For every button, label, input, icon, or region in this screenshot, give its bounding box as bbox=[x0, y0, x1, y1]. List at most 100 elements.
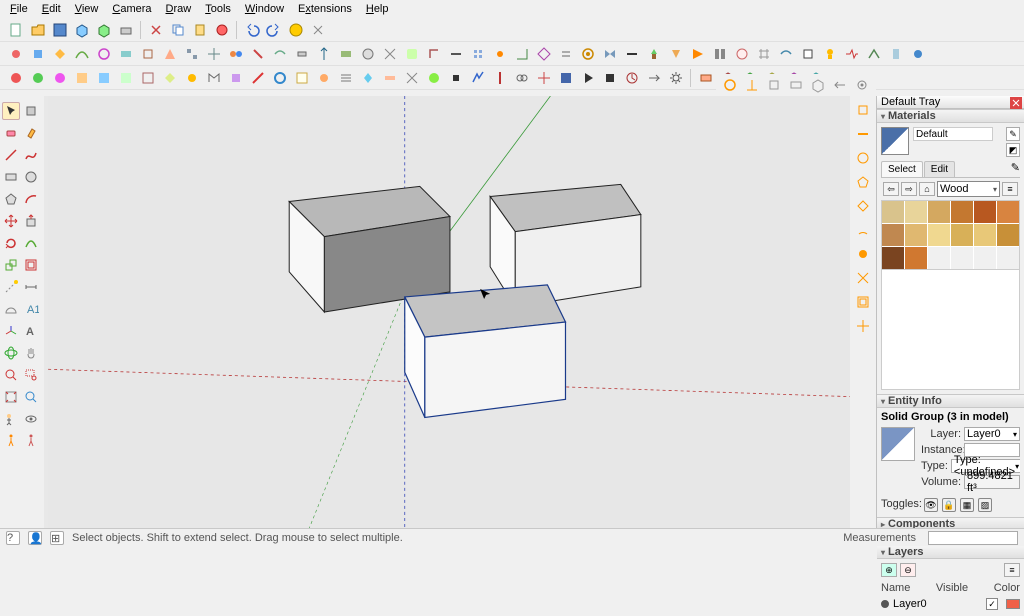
circle-tool-icon[interactable] bbox=[22, 168, 40, 186]
3dtext-tool-icon[interactable]: A bbox=[22, 322, 40, 340]
zoom-extents-icon[interactable] bbox=[2, 388, 20, 406]
plugin-icon[interactable] bbox=[468, 44, 488, 64]
status-credit-icon[interactable]: ⊞ bbox=[50, 531, 64, 545]
tool-warehouse-icon[interactable] bbox=[286, 20, 306, 40]
layer-row[interactable]: Layer0 ✓ bbox=[881, 596, 1020, 612]
menu-window[interactable]: Window bbox=[239, 2, 290, 16]
plugin-icon[interactable] bbox=[798, 44, 818, 64]
tool-undo-icon[interactable] bbox=[242, 20, 262, 40]
menu-camera[interactable]: Camera bbox=[106, 2, 157, 16]
plugin-icon[interactable] bbox=[622, 68, 642, 88]
material-swatch[interactable] bbox=[905, 201, 927, 223]
right-tool-icon[interactable] bbox=[853, 100, 873, 120]
material-swatch[interactable] bbox=[974, 201, 996, 223]
plugin-icon[interactable] bbox=[468, 68, 488, 88]
plugin-icon[interactable] bbox=[512, 44, 532, 64]
plugin-icon[interactable] bbox=[6, 68, 26, 88]
plugin-icon[interactable] bbox=[820, 44, 840, 64]
plugin-icon[interactable] bbox=[138, 68, 158, 88]
plugin-icon[interactable] bbox=[72, 68, 92, 88]
tool-copy-icon[interactable] bbox=[168, 20, 188, 40]
tray-title-bar[interactable]: Default Tray bbox=[877, 96, 1024, 109]
entity-info-head[interactable]: Entity Info bbox=[877, 394, 1024, 408]
plugin-icon[interactable] bbox=[380, 44, 400, 64]
right-tool-icon[interactable] bbox=[853, 172, 873, 192]
orbit-tool-icon[interactable] bbox=[2, 344, 20, 362]
plugin-icon[interactable] bbox=[204, 68, 224, 88]
menu-tools[interactable]: Tools bbox=[199, 2, 237, 16]
right-tool-icon[interactable] bbox=[853, 316, 873, 336]
menu-file[interactable]: File bbox=[4, 2, 34, 16]
plugin-icon[interactable] bbox=[688, 44, 708, 64]
plugin-icon[interactable] bbox=[138, 44, 158, 64]
view-icon[interactable] bbox=[808, 75, 828, 95]
position-camera-icon[interactable] bbox=[2, 410, 20, 428]
plugin-icon[interactable] bbox=[160, 44, 180, 64]
menu-extensions[interactable]: Extensions bbox=[292, 2, 358, 16]
material-name-field[interactable]: Default bbox=[913, 127, 993, 141]
plugin-icon[interactable] bbox=[490, 68, 510, 88]
tool-open-icon[interactable] bbox=[28, 20, 48, 40]
scale-tool-icon[interactable] bbox=[2, 256, 20, 274]
tape-tool-icon[interactable] bbox=[2, 278, 20, 296]
plugin-icon[interactable] bbox=[490, 44, 510, 64]
line-tool-icon[interactable] bbox=[2, 146, 20, 164]
axes-tool-icon[interactable] bbox=[2, 322, 20, 340]
plugin-icon[interactable] bbox=[732, 44, 752, 64]
view-icon[interactable] bbox=[830, 75, 850, 95]
status-geo-icon[interactable]: ? bbox=[6, 531, 20, 545]
plugin-icon[interactable] bbox=[50, 68, 70, 88]
plugin-icon[interactable] bbox=[358, 44, 378, 64]
material-swatch[interactable] bbox=[974, 224, 996, 246]
view-icon[interactable] bbox=[720, 75, 740, 95]
walk-icon[interactable] bbox=[2, 432, 20, 450]
look-around-icon[interactable] bbox=[22, 410, 40, 428]
rotate-tool-icon[interactable] bbox=[2, 234, 20, 252]
plugin-gear-icon[interactable] bbox=[666, 68, 686, 88]
layer-remove-icon[interactable]: ⊖ bbox=[900, 563, 916, 577]
material-swatch[interactable] bbox=[951, 224, 973, 246]
material-swatch[interactable] bbox=[951, 247, 973, 269]
right-tool-icon[interactable] bbox=[853, 220, 873, 240]
status-person-icon[interactable]: 👤 bbox=[28, 531, 42, 545]
menu-view[interactable]: View bbox=[69, 2, 105, 16]
material-eyedropper-icon[interactable]: ✎ bbox=[1011, 161, 1020, 177]
materials-panel-head[interactable]: Materials bbox=[877, 109, 1024, 123]
plugin-icon[interactable] bbox=[248, 68, 268, 88]
paint-tool-icon[interactable] bbox=[22, 124, 40, 142]
plugin-icon[interactable] bbox=[182, 44, 202, 64]
plugin-icon[interactable] bbox=[28, 68, 48, 88]
plugin-icon[interactable] bbox=[402, 68, 422, 88]
toggle-hidden-icon[interactable]: 👁 bbox=[924, 498, 938, 512]
tool-cut-icon[interactable] bbox=[146, 20, 166, 40]
polygon-tool-icon[interactable] bbox=[2, 190, 20, 208]
plugin-icon[interactable] bbox=[94, 68, 114, 88]
zoom-tool-icon[interactable] bbox=[2, 366, 20, 384]
text-tool-icon[interactable]: A1 bbox=[22, 300, 40, 318]
pan-tool-icon[interactable] bbox=[22, 344, 40, 362]
plugin-icon[interactable] bbox=[864, 44, 884, 64]
plugin-icon[interactable] bbox=[314, 68, 334, 88]
material-swatch[interactable] bbox=[997, 247, 1019, 269]
view-icon[interactable] bbox=[764, 75, 784, 95]
material-swatch[interactable] bbox=[928, 224, 950, 246]
plugin-icon[interactable] bbox=[336, 68, 356, 88]
plugin-icon[interactable] bbox=[556, 44, 576, 64]
plugin-icon[interactable] bbox=[292, 68, 312, 88]
plugin-icon[interactable] bbox=[424, 44, 444, 64]
plugin-icon[interactable] bbox=[270, 68, 290, 88]
plugin-icon[interactable] bbox=[336, 44, 356, 64]
plugin-icon[interactable] bbox=[534, 68, 554, 88]
plugin-stop-icon[interactable] bbox=[600, 68, 620, 88]
arc-tool-icon[interactable] bbox=[22, 190, 40, 208]
toggle-cast-icon[interactable]: ▨ bbox=[978, 498, 992, 512]
right-tool-icon[interactable] bbox=[853, 148, 873, 168]
tray-close-icon[interactable] bbox=[1010, 97, 1022, 109]
plugin-icon[interactable] bbox=[270, 44, 290, 64]
menu-edit[interactable]: Edit bbox=[36, 2, 67, 16]
layer-menu-icon[interactable]: ≡ bbox=[1004, 563, 1020, 577]
previous-view-icon[interactable] bbox=[22, 388, 40, 406]
material-swatch[interactable] bbox=[882, 247, 904, 269]
tool-cube-icon[interactable] bbox=[72, 20, 92, 40]
default-material-icon[interactable]: ◩ bbox=[1006, 143, 1020, 157]
